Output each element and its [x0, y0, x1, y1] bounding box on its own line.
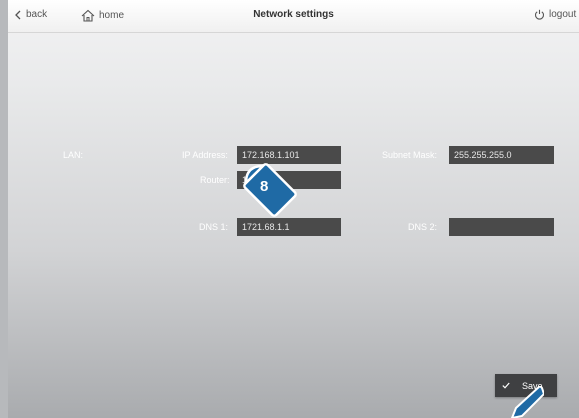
dns2-input[interactable] — [449, 218, 554, 236]
router-label: Router: — [200, 175, 230, 185]
lan-section-label: LAN: — [63, 150, 84, 160]
step-number: 8 — [260, 178, 269, 195]
dns2-label: DNS 2: — [408, 222, 438, 232]
subnet-mask-label: Subnet Mask: — [382, 150, 438, 160]
top-bar: back home Network settings logout — [8, 0, 579, 33]
page-title: Network settings — [253, 9, 334, 20]
logout-label: logout — [549, 9, 577, 20]
save-pointer-icon — [510, 386, 544, 418]
dns1-label: DNS 1: — [199, 222, 229, 232]
subnet-mask-input[interactable] — [449, 146, 554, 164]
logout-button[interactable]: logout — [534, 9, 576, 20]
power-icon — [535, 9, 544, 20]
finger-pointer-icon — [243, 163, 297, 217]
ip-address-label: IP Address: — [182, 150, 228, 160]
